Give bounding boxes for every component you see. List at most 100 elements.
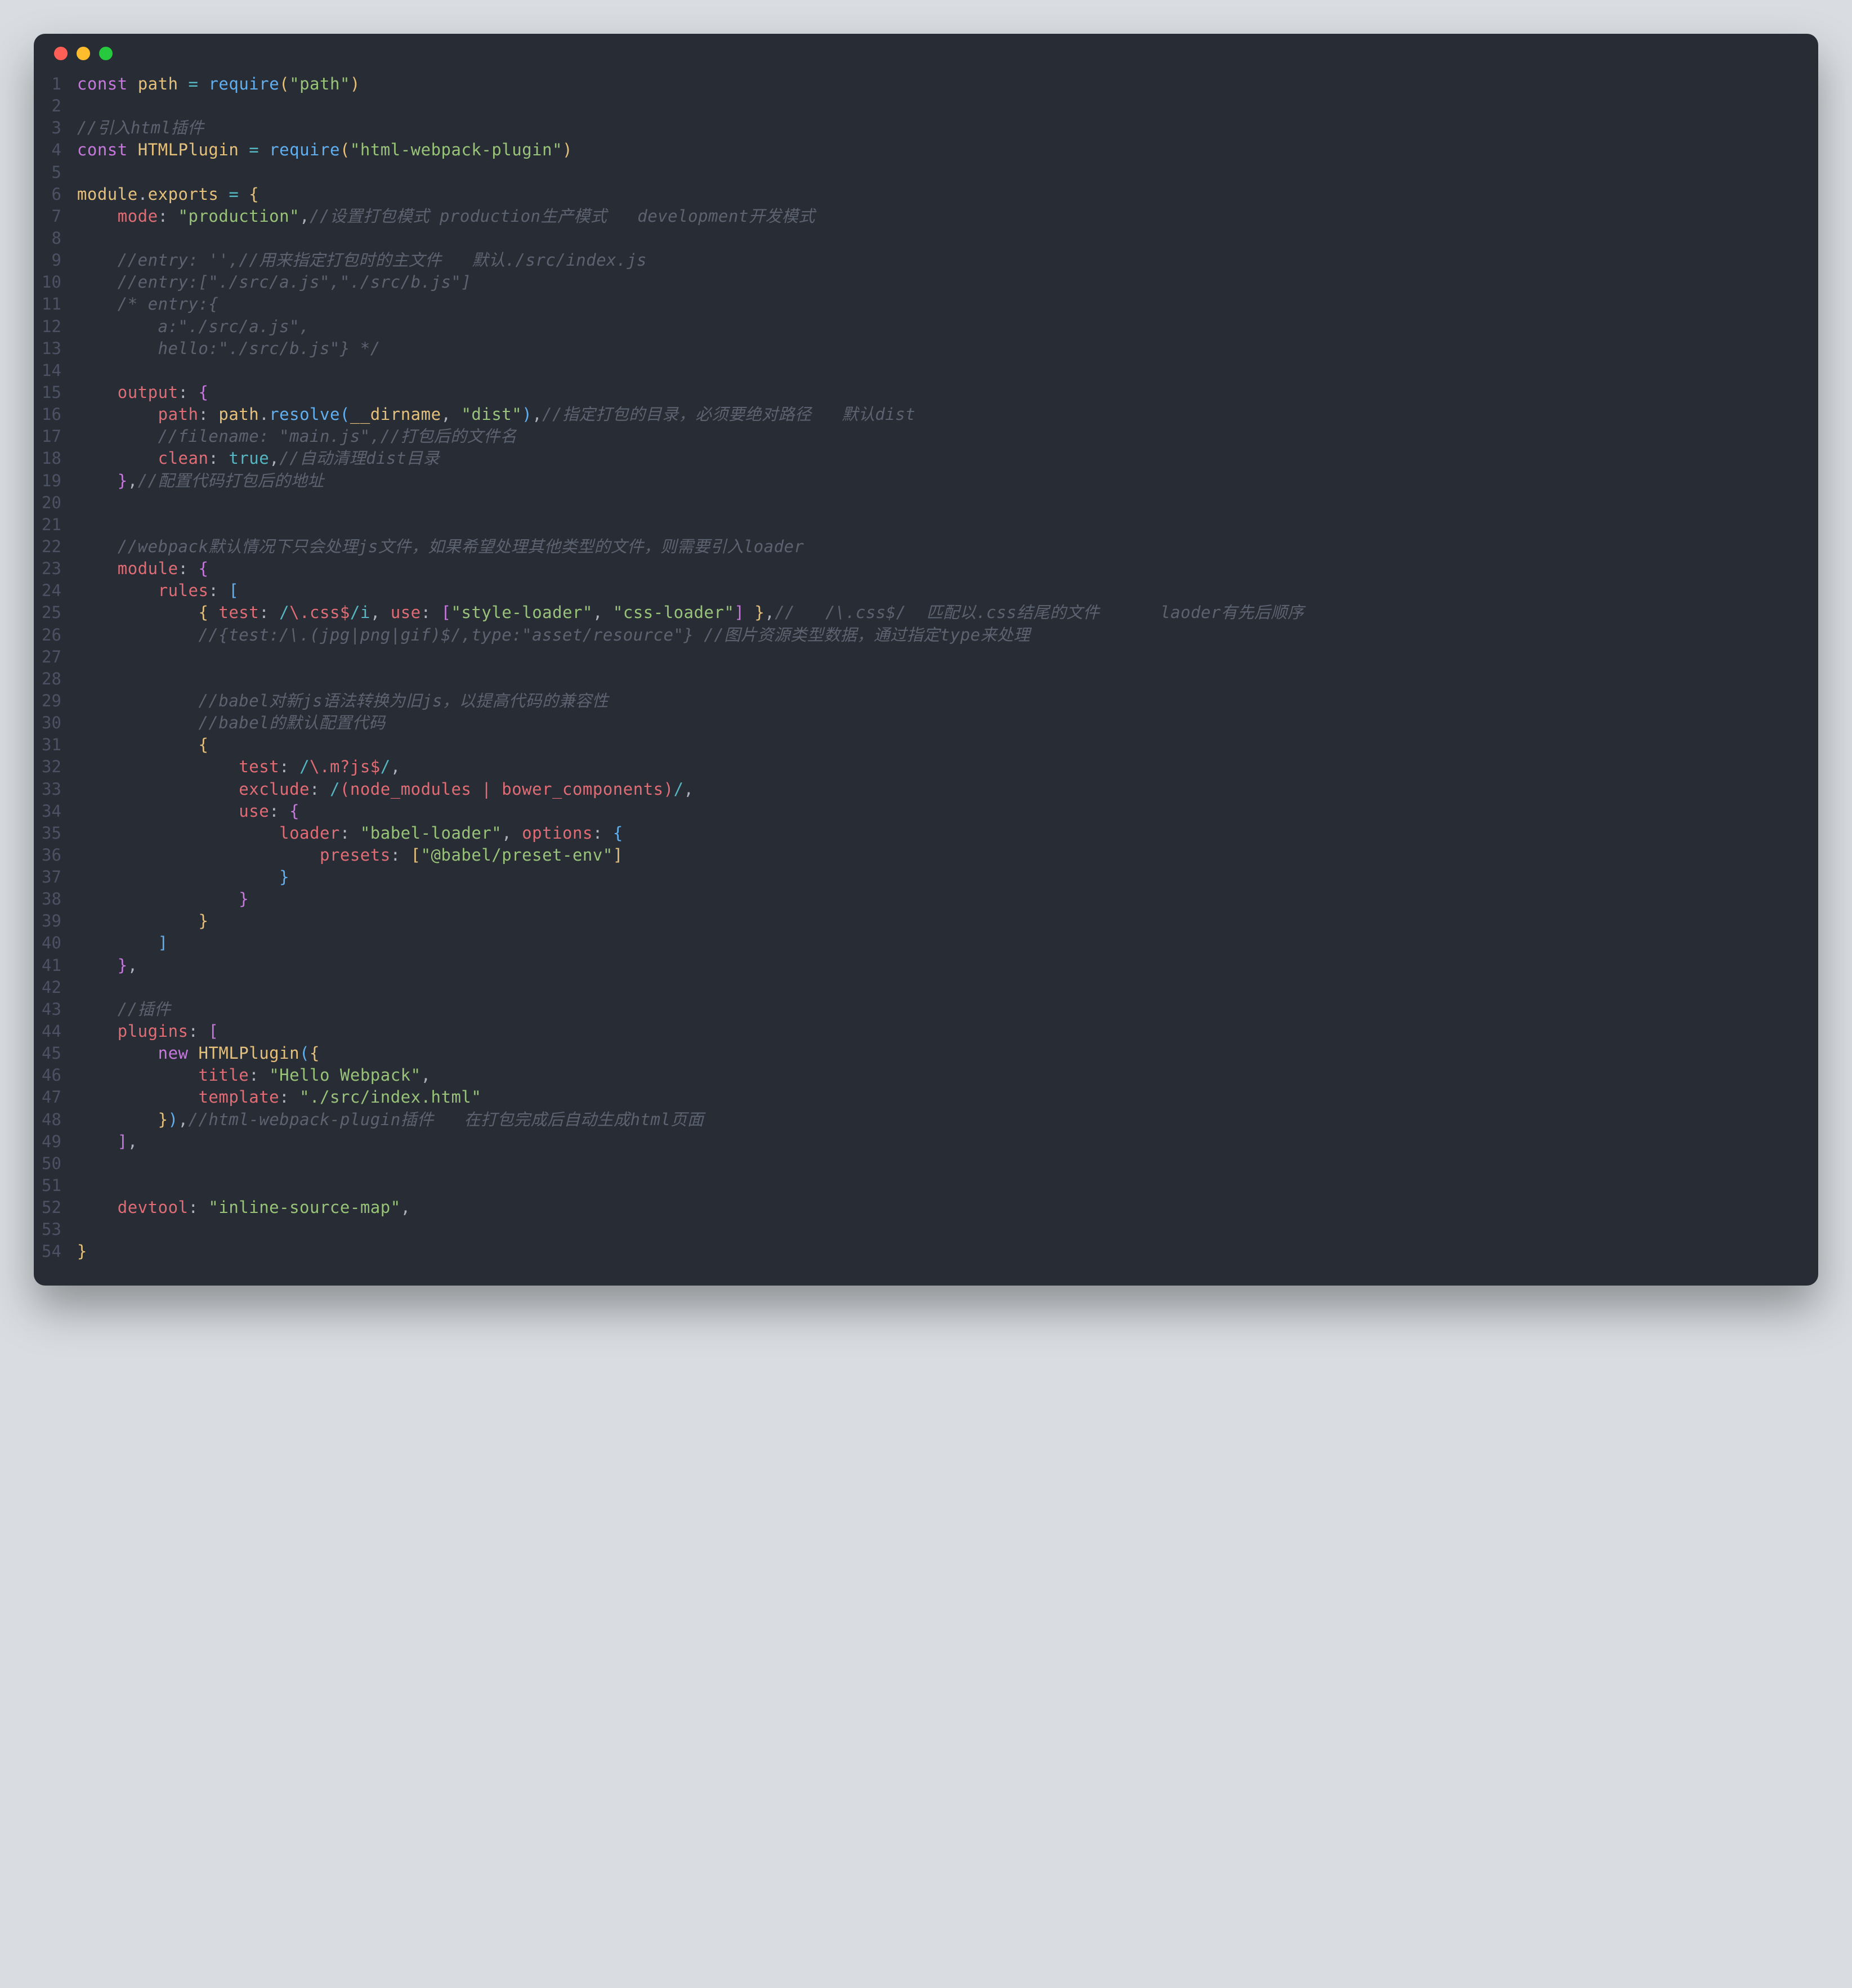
line-number: 17	[42, 426, 61, 447]
line-number: 28	[42, 668, 61, 690]
code-line[interactable]: exclude: /(node_modules | bower_componen…	[77, 778, 1801, 800]
code-line[interactable]: clean: true,//自动清理dist目录	[77, 447, 1801, 469]
code-line[interactable]: ]	[77, 932, 1801, 954]
close-icon[interactable]	[54, 47, 68, 60]
code-line[interactable]	[77, 1219, 1801, 1241]
line-number: 18	[42, 447, 61, 469]
code-line[interactable]: //filename: "main.js",//打包后的文件名	[77, 426, 1801, 447]
code-line[interactable]	[77, 95, 1801, 117]
code-line[interactable]	[77, 227, 1801, 249]
line-number: 38	[42, 888, 61, 910]
code-line[interactable]: use: {	[77, 800, 1801, 822]
code-line[interactable]	[77, 492, 1801, 514]
code-line[interactable]: module.exports = {	[77, 183, 1801, 205]
line-number: 30	[42, 712, 61, 734]
zoom-icon[interactable]	[99, 47, 113, 60]
code-line[interactable]: //babel对新js语法转换为旧js，以提高代码的兼容性	[77, 690, 1801, 712]
code-line[interactable]: //babel的默认配置代码	[77, 712, 1801, 734]
line-number: 2	[42, 95, 61, 117]
code-line[interactable]: //插件	[77, 999, 1801, 1020]
code-content[interactable]: const path = require("path") //引入html插件c…	[77, 73, 1801, 1263]
code-line[interactable]: //引入html插件	[77, 117, 1801, 139]
line-number: 32	[42, 756, 61, 778]
code-line[interactable]	[77, 514, 1801, 536]
line-number: 47	[42, 1086, 61, 1108]
code-line[interactable]: path: path.resolve(__dirname, "dist"),//…	[77, 404, 1801, 426]
line-number: 9	[42, 249, 61, 271]
line-number: 35	[42, 822, 61, 844]
code-line[interactable]: a:"./src/a.js",	[77, 316, 1801, 338]
code-line[interactable]: template: "./src/index.html"	[77, 1086, 1801, 1108]
code-line[interactable]: plugins: [	[77, 1020, 1801, 1042]
code-line[interactable]: devtool: "inline-source-map",	[77, 1197, 1801, 1219]
code-area[interactable]: 1234567891011121314151617181920212223242…	[34, 73, 1818, 1263]
code-line[interactable]: }	[77, 1241, 1801, 1262]
code-line[interactable]: },//配置代码打包后的地址	[77, 470, 1801, 492]
line-number: 39	[42, 910, 61, 932]
code-line[interactable]: title: "Hello Webpack",	[77, 1064, 1801, 1086]
line-number: 43	[42, 999, 61, 1020]
code-line[interactable]: /* entry:{	[77, 293, 1801, 315]
line-number: 46	[42, 1064, 61, 1086]
code-line[interactable]: ],	[77, 1131, 1801, 1153]
code-line[interactable]: output: {	[77, 382, 1801, 404]
line-number: 20	[42, 492, 61, 514]
code-line[interactable]: const path = require("path")	[77, 73, 1801, 95]
line-number: 33	[42, 778, 61, 800]
code-line[interactable]	[77, 1175, 1801, 1197]
code-line[interactable]	[77, 1153, 1801, 1175]
line-number: 26	[42, 624, 61, 646]
line-number: 34	[42, 800, 61, 822]
code-line[interactable]: rules: [	[77, 580, 1801, 602]
line-number: 22	[42, 536, 61, 558]
line-number: 53	[42, 1219, 61, 1241]
line-number: 10	[42, 271, 61, 293]
code-line[interactable]	[77, 977, 1801, 999]
code-line[interactable]	[77, 360, 1801, 382]
line-number: 1	[42, 73, 61, 95]
code-line[interactable]: new HTMLPlugin({	[77, 1042, 1801, 1064]
code-line[interactable]: module: {	[77, 558, 1801, 580]
code-line[interactable]: const HTMLPlugin = require("html-webpack…	[77, 139, 1801, 161]
code-line[interactable]: presets: ["@babel/preset-env"]	[77, 844, 1801, 866]
code-line[interactable]: }),//html-webpack-plugin插件 在打包完成后自动生成htm…	[77, 1109, 1801, 1131]
line-number: 36	[42, 844, 61, 866]
line-number: 11	[42, 293, 61, 315]
line-number: 7	[42, 205, 61, 227]
line-number: 15	[42, 382, 61, 404]
code-line[interactable]: }	[77, 866, 1801, 888]
code-line[interactable]: //entry: '',//用来指定打包时的主文件 默认./src/index.…	[77, 249, 1801, 271]
code-line[interactable]: //{test:/\.(jpg|png|gif)$/,type:"asset/r…	[77, 624, 1801, 646]
code-line[interactable]	[77, 162, 1801, 183]
line-number: 13	[42, 338, 61, 360]
editor-window: 1234567891011121314151617181920212223242…	[34, 34, 1818, 1286]
line-number: 4	[42, 139, 61, 161]
code-line[interactable]: test: /\.m?js$/,	[77, 756, 1801, 778]
line-gutter: 1234567891011121314151617181920212223242…	[34, 73, 77, 1263]
code-line[interactable]: mode: "production",//设置打包模式 production生产…	[77, 205, 1801, 227]
line-number: 42	[42, 977, 61, 999]
line-number: 25	[42, 602, 61, 624]
line-number: 48	[42, 1109, 61, 1131]
code-line[interactable]	[77, 668, 1801, 690]
line-number: 6	[42, 183, 61, 205]
line-number: 50	[42, 1153, 61, 1175]
window-titlebar	[34, 34, 1818, 73]
line-number: 5	[42, 162, 61, 183]
line-number: 21	[42, 514, 61, 536]
code-line[interactable]: }	[77, 888, 1801, 910]
code-line[interactable]: //entry:["./src/a.js","./src/b.js"]	[77, 271, 1801, 293]
line-number: 8	[42, 227, 61, 249]
code-line[interactable]: //webpack默认情况下只会处理js文件，如果希望处理其他类型的文件，则需要…	[77, 536, 1801, 558]
code-line[interactable]: },	[77, 955, 1801, 977]
line-number: 52	[42, 1197, 61, 1219]
code-line[interactable]: { test: /\.css$/i, use: ["style-loader",…	[77, 602, 1801, 624]
minimize-icon[interactable]	[77, 47, 90, 60]
line-number: 41	[42, 955, 61, 977]
code-line[interactable]: {	[77, 734, 1801, 756]
code-line[interactable]: }	[77, 910, 1801, 932]
code-line[interactable]: loader: "babel-loader", options: {	[77, 822, 1801, 844]
code-line[interactable]	[77, 646, 1801, 668]
line-number: 12	[42, 316, 61, 338]
code-line[interactable]: hello:"./src/b.js"} */	[77, 338, 1801, 360]
